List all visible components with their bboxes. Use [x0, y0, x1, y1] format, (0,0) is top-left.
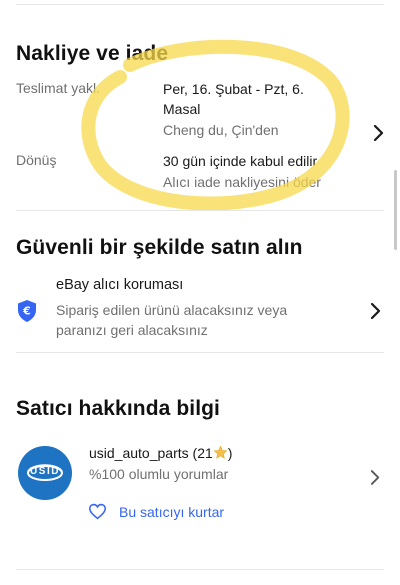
seller-name: usid_auto_parts	[89, 445, 189, 461]
save-seller-label: Bu satıcıyı kurtar	[119, 504, 225, 520]
heart-icon	[88, 503, 107, 525]
returns-label: Dönüş	[16, 152, 57, 168]
seller-row[interactable]: USID usid_auto_parts (21) %100 olumlu yo…	[0, 440, 400, 506]
seller-name-line: usid_auto_parts (21)	[89, 444, 232, 465]
seller-logo-text: USID	[30, 466, 60, 477]
svg-text:€: €	[22, 305, 31, 318]
top-divider	[16, 4, 384, 5]
bottom-divider	[16, 569, 384, 570]
seller-feedback-count-close: )	[227, 445, 233, 461]
protection-desc-line1: Sipariş edilen ürünü alacaksınız veya	[56, 302, 288, 318]
seller-avatar: USID	[18, 446, 72, 500]
seller-chevron-right-icon[interactable]	[370, 469, 381, 491]
seller-feedback-count: (21	[192, 445, 213, 461]
protection-title: eBay alıcı koruması	[56, 277, 184, 293]
protection-chevron-right-icon[interactable]	[370, 302, 382, 325]
shield-euro-icon: €	[16, 299, 38, 328]
scrollbar[interactable]	[394, 170, 397, 250]
star-icon	[213, 445, 228, 465]
secure-title: Güvenli bir şekilde satın alın	[16, 236, 303, 259]
highlight-circle-annotation	[81, 39, 350, 210]
secure-divider	[16, 352, 384, 353]
shipping-chevron-right-icon[interactable]	[373, 124, 385, 146]
buyer-protection-row[interactable]: eBay alıcı koruması € Sipariş edilen ürü…	[0, 272, 400, 344]
seller-title: Satıcı hakkında bilgi	[16, 397, 220, 420]
shipping-divider	[16, 210, 384, 211]
seller-rating: %100 olumlu yorumlar	[89, 466, 229, 482]
protection-desc-line2: paranızı geri alacaksınız	[56, 322, 208, 338]
